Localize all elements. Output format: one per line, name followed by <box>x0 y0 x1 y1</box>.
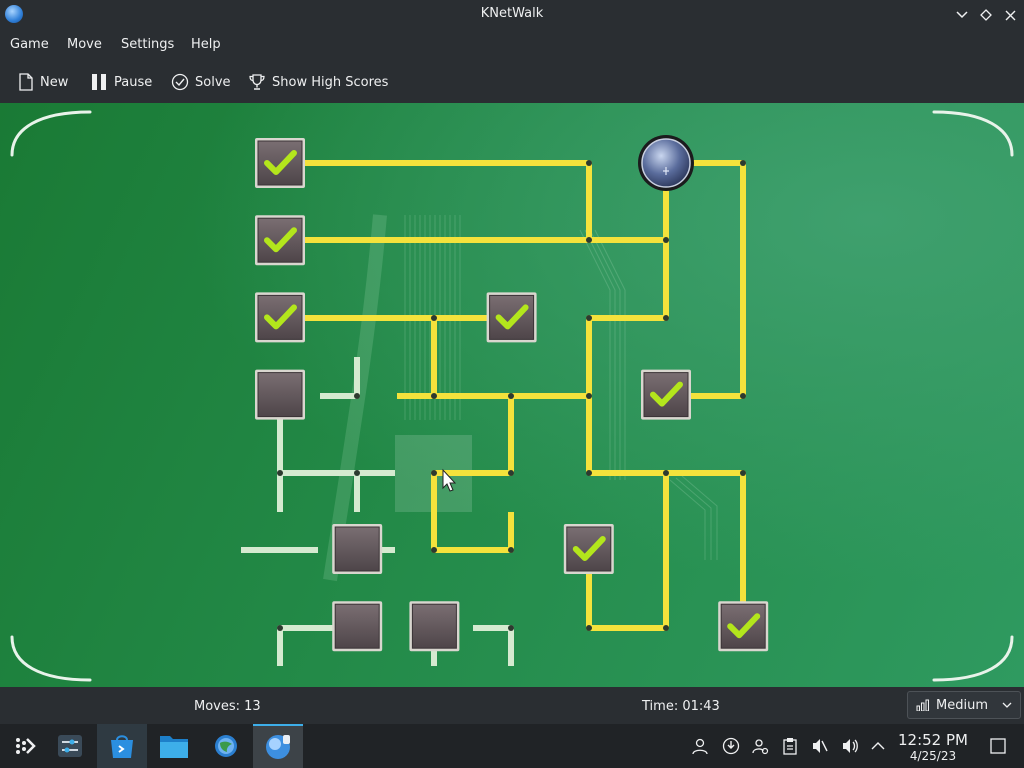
difficulty-value: Medium <box>936 697 988 713</box>
computer-node[interactable] <box>255 369 305 420</box>
menu-settings[interactable]: Settings <box>121 37 174 52</box>
title-bar: KNetWalk <box>0 0 1024 30</box>
user-tray[interactable] <box>690 736 710 756</box>
taskbar: 12:52 PM 4/25/23 <box>0 724 1024 768</box>
show-desktop-button[interactable] <box>988 736 1008 756</box>
volume-tray[interactable] <box>840 736 860 756</box>
computer-node[interactable] <box>255 292 305 343</box>
network-grid <box>10 110 1014 682</box>
clipboard-icon <box>783 738 797 755</box>
computer-node[interactable] <box>332 601 383 652</box>
check-circle-icon <box>171 73 189 91</box>
muted-speaker-icon <box>813 739 828 753</box>
computer-node[interactable] <box>255 138 305 188</box>
show-desktop-icon <box>990 738 1006 754</box>
high-scores-label: Show High Scores <box>272 74 389 90</box>
discover-store-icon <box>111 735 133 758</box>
computer-node[interactable] <box>486 292 537 343</box>
toolbar: New Pause Solve Show High Scores <box>0 62 1024 102</box>
application-launcher-icon <box>16 738 36 754</box>
maximize-button[interactable] <box>975 4 997 26</box>
signal-bars-icon <box>916 699 929 711</box>
window-title: KNetWalk <box>480 6 544 21</box>
show-high-scores-button[interactable]: Show High Scores <box>248 70 388 94</box>
computer-node[interactable] <box>332 524 383 574</box>
knetwalk-task[interactable] <box>253 724 303 768</box>
new-document-icon <box>19 73 33 91</box>
close-button[interactable] <box>999 4 1021 26</box>
server-node[interactable] <box>638 135 694 191</box>
system-settings-icon <box>58 735 82 757</box>
clock-time: 12:52 PM <box>898 731 968 749</box>
system-settings-task[interactable] <box>45 724 95 768</box>
computer-node[interactable] <box>563 524 614 574</box>
user-icon <box>692 738 708 755</box>
file-manager-task[interactable] <box>149 724 199 768</box>
computer-node[interactable] <box>409 601 460 652</box>
updates-tray[interactable] <box>721 736 741 756</box>
accounts-tray[interactable] <box>750 736 770 756</box>
trophy-icon <box>249 74 265 90</box>
volume-icon <box>843 739 858 753</box>
digital-clock[interactable]: 12:52 PM 4/25/23 <box>890 731 976 764</box>
menu-bar: Game Move Settings Help <box>0 30 1024 60</box>
computer-node[interactable] <box>641 369 691 420</box>
computer-node[interactable] <box>255 215 305 266</box>
discover-task[interactable] <box>97 724 147 768</box>
close-icon <box>1005 10 1015 20</box>
solve-label: Solve <box>195 74 231 90</box>
chevron-down-icon <box>956 11 968 19</box>
menu-game[interactable]: Game <box>10 37 49 52</box>
knetwalk-icon <box>266 735 290 759</box>
moves-counter: Moves: 13 <box>194 699 261 714</box>
muted-audio-tray[interactable] <box>810 736 830 756</box>
expand-tray-button[interactable] <box>868 736 888 756</box>
pause-button[interactable]: Pause <box>90 70 152 94</box>
application-launcher-button[interactable] <box>0 724 50 768</box>
file-manager-icon <box>160 736 188 758</box>
menu-move[interactable]: Move <box>67 37 102 52</box>
clock-date: 4/25/23 <box>909 749 957 763</box>
expand-tray-icon <box>871 742 885 750</box>
settings-task[interactable] <box>201 724 251 768</box>
menu-help[interactable]: Help <box>191 37 221 52</box>
accounts-icon <box>752 739 769 755</box>
pause-label: Pause <box>114 74 153 90</box>
updates-icon <box>722 737 740 755</box>
solve-button[interactable]: Solve <box>171 70 231 94</box>
clipboard-tray[interactable] <box>780 736 800 756</box>
pause-icon <box>92 74 106 90</box>
difficulty-select[interactable]: Medium <box>907 691 1021 719</box>
computer-node[interactable] <box>718 601 769 652</box>
game-board <box>0 103 1024 687</box>
minimize-button[interactable] <box>951 4 973 26</box>
new-label: New <box>40 74 69 90</box>
time-counter: Time: 01:43 <box>642 699 720 714</box>
settings-gear-icon <box>215 735 237 757</box>
new-button[interactable]: New <box>18 70 68 94</box>
status-bar: Moves: 13 Time: 01:43 Medium <box>0 687 1024 724</box>
chevron-down-icon <box>1002 702 1012 708</box>
diamond-icon <box>980 9 992 21</box>
